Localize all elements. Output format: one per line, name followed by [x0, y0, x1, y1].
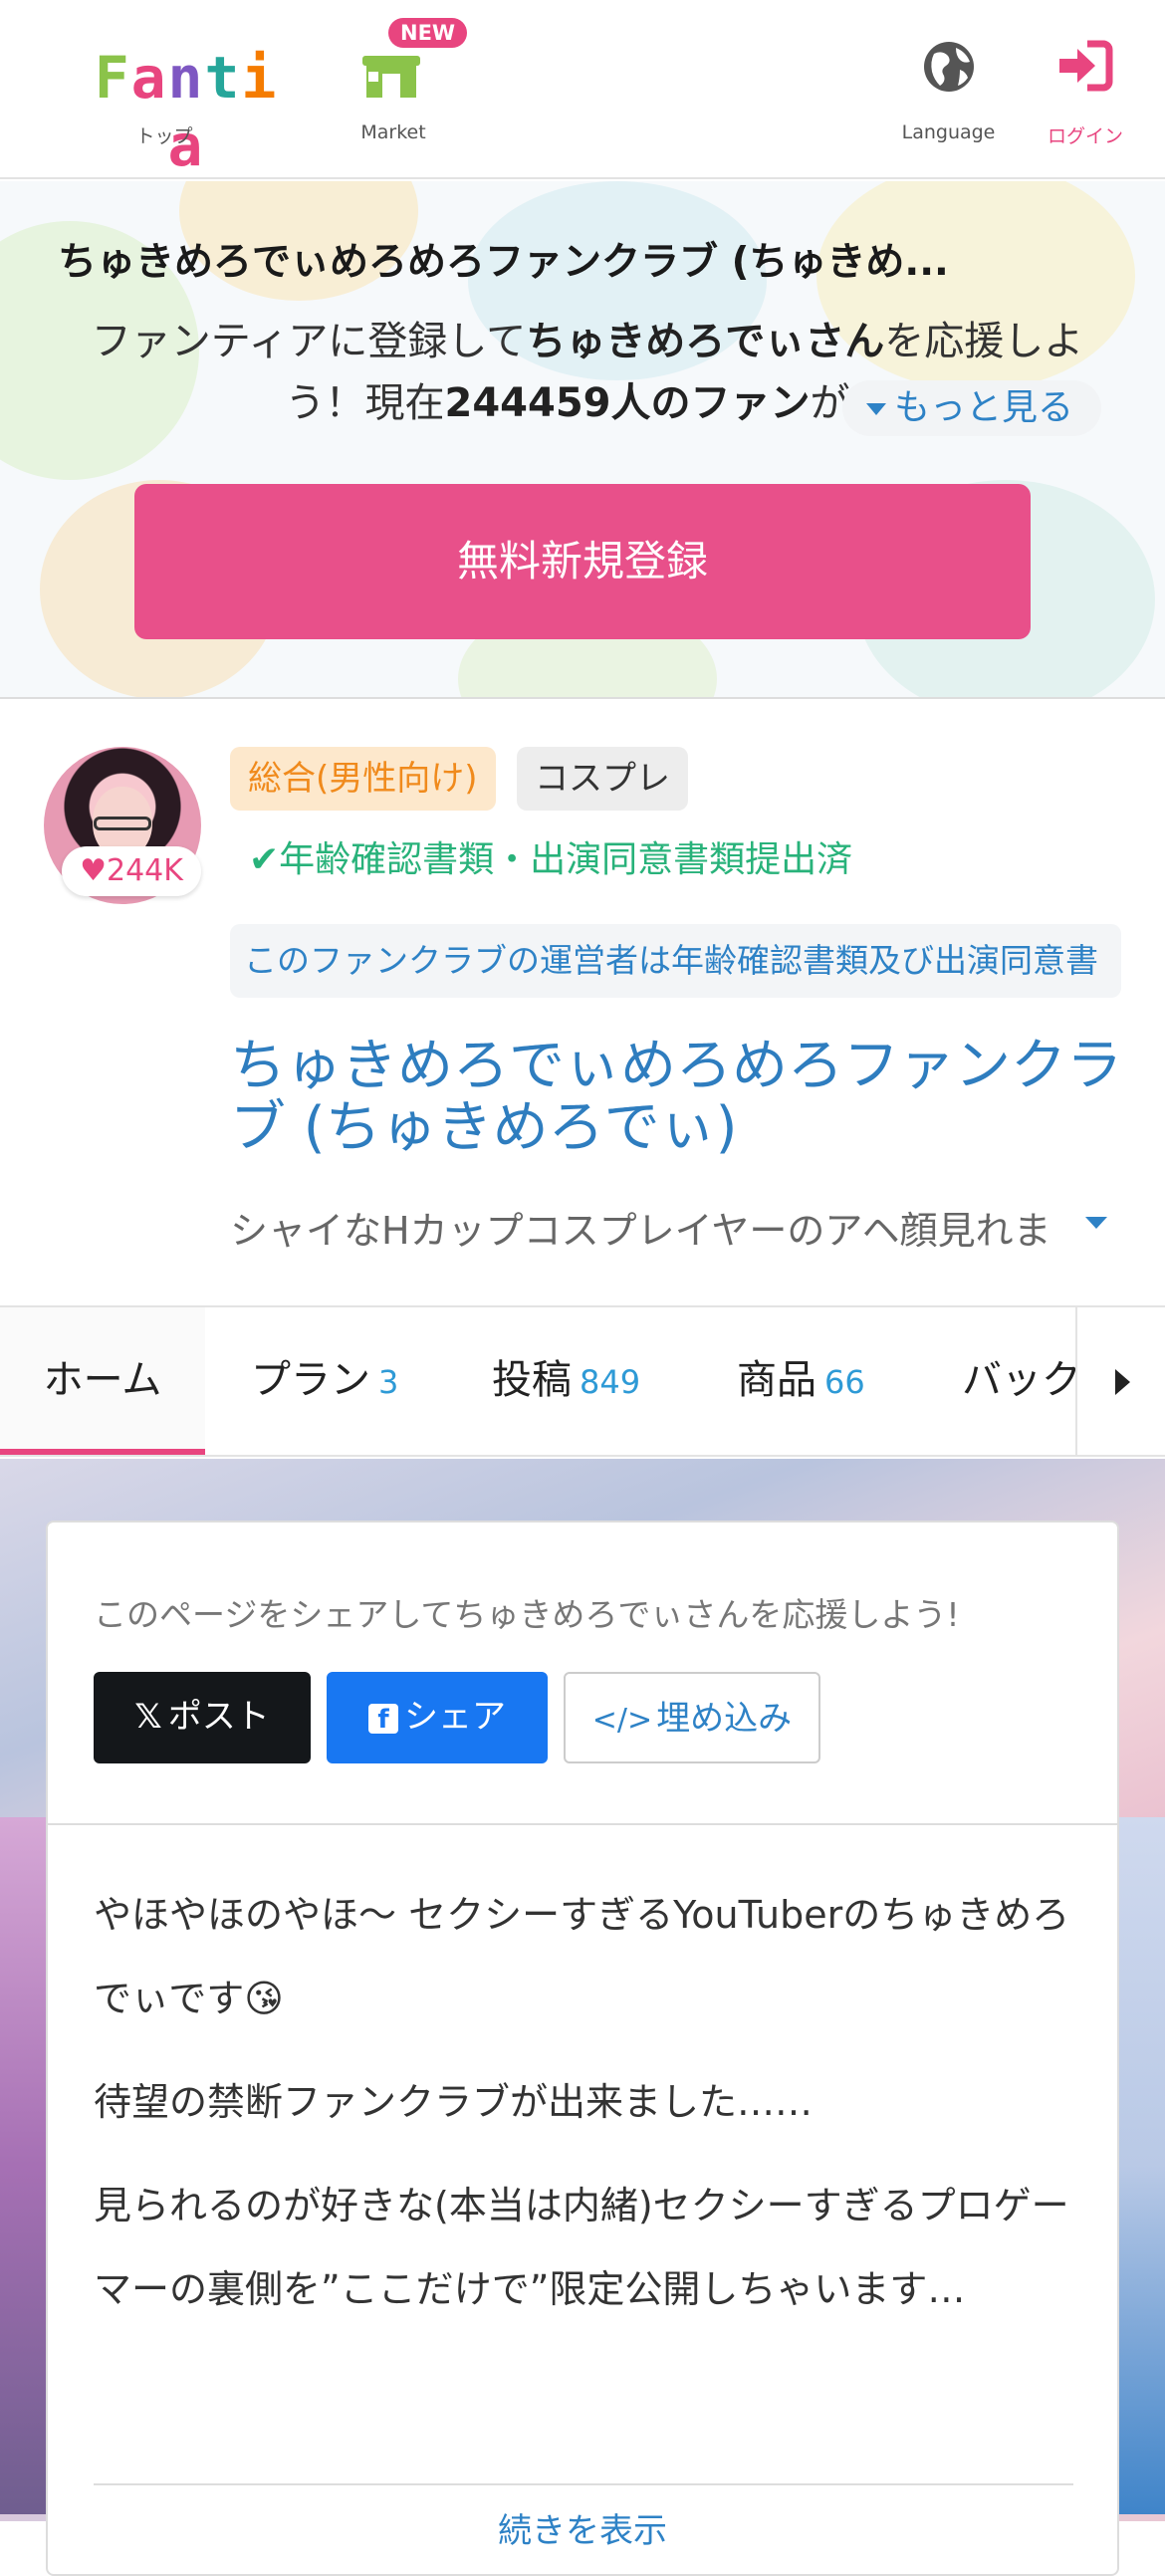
tab-posts[interactable]: 投稿 849	[492, 1307, 641, 1455]
read-more-link[interactable]: 続きを表示	[48, 2503, 1117, 2552]
hero-desc-creator: ちゅきめろでぃ	[526, 319, 806, 364]
hero-banner: ちゅきめろでぃめろめろファンクラブ (ちゅきめ... ファンティアに登録してちゅ…	[0, 181, 1165, 699]
caret-down-icon	[866, 403, 886, 415]
hero-title: ちゅきめろでぃめろめろファンクラブ (ちゅきめ...	[58, 240, 949, 285]
expand-catchphrase-icon[interactable]	[1085, 1217, 1107, 1229]
show-more-button[interactable]: もっと見る	[842, 380, 1101, 436]
tab-home-label: ホーム	[43, 1357, 162, 1403]
nav-market-label: Market	[360, 121, 426, 143]
tab-plans[interactable]: プラン 3	[251, 1307, 399, 1455]
description-paragraph: 見られるのが好きな(本当は内緒)セクシーすぎるプロゲーマーの裏側を”ここだけで”…	[94, 2184, 1069, 2311]
nav-login-label: ログイン	[1047, 125, 1123, 147]
share-prompt: このページをシェアしてちゅきめろでぃさんを応援しよう!	[94, 1595, 960, 1634]
facebook-share-button[interactable]: f シェア	[327, 1672, 548, 1763]
show-more-label: もっと見る	[894, 387, 1074, 428]
heart-icon: ♥	[80, 853, 107, 888]
tab-plans-count: 3	[378, 1363, 399, 1401]
nav-language[interactable]: Language	[886, 0, 1011, 179]
hero-desc-text: ファンティアに登録して	[91, 319, 527, 364]
tab-home[interactable]: ホーム	[0, 1307, 205, 1455]
nav-login[interactable]: ログイン	[1036, 0, 1135, 179]
category-tag-main[interactable]: 総合(男性向け)	[230, 747, 496, 811]
embed-label: 埋め込み	[656, 1699, 793, 1739]
nav-top-label: トップ	[135, 125, 193, 147]
verified-label: 年齢確認書類・出演同意書類提出済	[279, 839, 853, 880]
fantia-logo[interactable]: Fantia	[84, 44, 289, 179]
facebook-share-label: シェア	[404, 1697, 506, 1737]
tab-products[interactable]: 商品 66	[737, 1307, 865, 1455]
tab-backnumber[interactable]: バック	[962, 1307, 1081, 1455]
nav-language-label: Language	[901, 121, 996, 143]
x-logo-icon: 𝕏	[134, 1697, 162, 1737]
fanclub-name[interactable]: ちゅきめろでぃめろめろファンクラブ (ちゅきめろでぃ)	[230, 1036, 1126, 1159]
tabs-scroll-right-icon[interactable]	[1075, 1307, 1165, 1455]
facebook-icon: f	[368, 1703, 398, 1735]
tab-backnumber-label: バック	[962, 1357, 1081, 1403]
divider	[94, 2483, 1073, 2485]
globe-icon	[924, 42, 974, 92]
fan-count-value: 244K	[106, 853, 183, 888]
embed-button[interactable]: </> 埋め込み	[564, 1672, 820, 1763]
app-header: Fantia トップ Market NEW Language ログイン	[0, 0, 1165, 179]
avatar-glasses	[94, 817, 151, 830]
code-icon: </>	[591, 1703, 653, 1738]
fanclub-intro-card: このページをシェアしてちゅきめろでぃさんを応援しよう! 𝕏 ポスト f シェア </…	[46, 1521, 1119, 2576]
hero-desc-honorific: さん	[805, 319, 885, 364]
nav-top[interactable]: Fantia トップ	[40, 0, 289, 179]
tab-posts-label: 投稿	[492, 1357, 572, 1403]
category-tag-cosplay[interactable]: コスプレ	[517, 747, 688, 811]
catchphrase: シャイなHカップコスプレイヤーのアヘ顔見れま	[230, 1209, 1051, 1253]
fanclub-tabs: ホーム プラン 3 投稿 849 商品 66 バック	[0, 1305, 1165, 1457]
tab-products-label: 商品	[737, 1357, 816, 1403]
tab-posts-count: 849	[580, 1363, 641, 1401]
login-icon	[1059, 40, 1113, 92]
check-icon: ✔	[249, 839, 280, 880]
register-button[interactable]: 無料新規登録	[134, 484, 1031, 639]
divider	[48, 1823, 1117, 1825]
fanclub-description: やほやほのやほ〜 セクシーすぎるYouTuberのちゅきめろでぃです😘 待望の禁…	[94, 1873, 1079, 2361]
description-paragraph: やほやほのやほ〜 セクシーすぎるYouTuberのちゅきめろでぃです😘	[94, 1893, 1070, 2020]
tab-plans-label: プラン	[251, 1357, 370, 1403]
tab-products-count: 66	[824, 1363, 865, 1401]
hero-desc-count: 244459人のファン	[444, 380, 811, 426]
verified-documents: ✔年齢確認書類・出演同意書類提出済	[249, 830, 852, 882]
x-post-button[interactable]: 𝕏 ポスト	[94, 1672, 311, 1763]
new-badge: NEW	[388, 18, 468, 48]
x-post-label: ポスト	[167, 1697, 270, 1737]
operator-notice: このファンクラブの運営者は年齢確認書類及び出演同意書	[230, 924, 1121, 998]
description-paragraph: 待望の禁断ファンクラブが出来ました……	[94, 2080, 814, 2124]
fan-count-badge: ♥244K	[62, 846, 201, 896]
